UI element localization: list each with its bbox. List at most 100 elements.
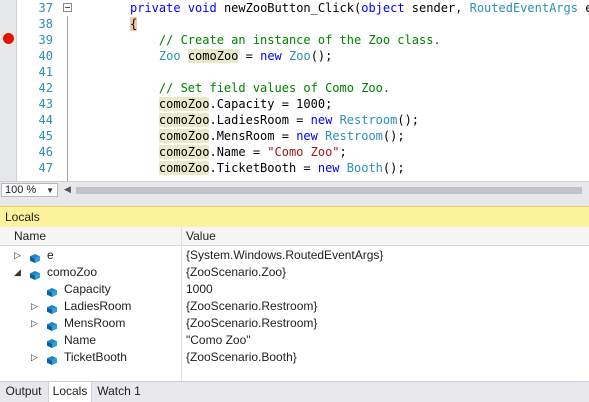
locals-row[interactable]: ▷ MensRoom {ZooScenario.Restroom} [0,315,589,332]
code-token: comoZoo [187,49,239,63]
code-text: comoZoo.TicketBooth = new Booth(); [130,160,405,176]
variable-value: {ZooScenario.Booth} [186,350,297,364]
code-token: new [310,113,333,127]
code-token: .LadiesRoom = [209,113,311,127]
collapse-region-icon[interactable] [63,3,72,12]
code-token: .TicketBooth = [209,161,318,175]
triangle-right-icon[interactable]: ▷ [31,298,38,315]
code-text: Zoo comoZoo = new Zoo(); [130,48,332,64]
code-token: (); [382,161,405,175]
variable-name: e [47,248,54,262]
code-line[interactable]: 39 // Create an instance of the Zoo clas… [0,32,589,48]
line-number: 37 [38,1,53,15]
variable-name: LadiesRoom [64,299,132,313]
line-number: 43 [38,97,53,111]
line-number: 40 [38,49,53,63]
variable-name: comoZoo [47,265,98,279]
code-line[interactable]: 41 [0,64,589,80]
code-token: (); [382,129,405,143]
code-token: Restroom [339,113,398,127]
code-token: comoZoo [158,161,210,175]
cube-icon [47,319,57,331]
code-text: // Set field values of Como Zoo. [130,80,390,96]
triangle-right-icon[interactable]: ▷ [14,247,21,264]
panel-splitter[interactable] [0,198,589,206]
locals-row[interactable]: ▷ TicketBooth {ZooScenario.Booth} [0,349,589,366]
code-line[interactable]: 43 comoZoo.Capacity = 1000; [0,96,589,112]
locals-row[interactable]: ▷ LadiesRoom {ZooScenario.Restroom} [0,298,589,315]
tool-window-tabs: Output Locals Watch 1 [0,381,589,402]
code-text: comoZoo.Name = "Como Zoo"; [130,144,347,160]
scroll-left-icon[interactable]: ◀ [64,184,71,195]
column-header-name[interactable]: Name [14,227,46,246]
code-token: newZooButton_Click( [216,1,362,15]
cube-icon [47,336,57,348]
zoom-dropdown[interactable]: 100 % ▼ [1,183,58,197]
code-token: new [260,49,282,63]
locals-row[interactable]: ◢ comoZoo {ZooScenario.Zoo} [0,264,589,281]
code-line[interactable]: 44 comoZoo.LadiesRoom = new Restroom(); [0,112,589,128]
editor-status-bar: 100 % ▼ ◀ [0,181,589,198]
code-token: new [317,161,340,175]
code-line[interactable]: 37 private void newZooButton_Click(object… [0,0,589,16]
code-token: e) [585,1,589,15]
code-text: comoZoo.LadiesRoom = new Restroom(); [130,112,419,128]
variable-name: MensRoom [64,316,126,330]
code-token: ; [339,145,347,159]
code-line[interactable]: 40 Zoo comoZoo = new Zoo(); [0,48,589,64]
locals-row[interactable]: Capacity 1000 [0,281,589,298]
variable-name: Capacity [64,282,111,296]
code-token: comoZoo [158,129,210,143]
triangle-down-icon[interactable]: ◢ [14,264,21,281]
code-line[interactable]: 42 // Set field values of Como Zoo. [0,80,589,96]
line-number: 47 [38,161,53,175]
code-token: (); [397,113,420,127]
code-token: object [361,1,405,15]
column-header-value[interactable]: Value [186,227,216,246]
code-token: comoZoo [158,97,210,111]
code-line[interactable]: 47 comoZoo.TicketBooth = new Booth(); [0,160,589,176]
code-token: .MensRoom = [209,129,297,143]
triangle-right-icon[interactable]: ▷ [31,349,38,366]
code-token: "Como Zoo" [267,145,340,159]
code-text: comoZoo.Capacity = 1000; [130,96,332,112]
triangle-right-icon[interactable]: ▷ [31,315,38,332]
variable-value: {ZooScenario.Zoo} [186,265,287,279]
code-token: new [296,129,318,143]
code-token: Booth [346,161,383,175]
tab-locals[interactable]: Locals [48,382,92,402]
variable-value: "Como Zoo" [186,333,251,347]
locals-row[interactable]: ▷ e {System.Windows.RoutedEventArgs} [0,247,589,264]
code-text: // Create an instance of the Zoo class. [130,32,441,48]
code-line[interactable]: 45 comoZoo.MensRoom = new Restroom(); [0,128,589,144]
code-text: private void newZooButton_Click(object s… [130,0,589,16]
horizontal-scrollbar-thumb[interactable] [76,187,582,194]
code-line[interactable]: 46 comoZoo.Name = "Como Zoo"; [0,144,589,160]
code-token: = [238,49,261,63]
chevron-down-icon: ▼ [46,186,54,195]
locals-row[interactable]: Name "Como Zoo" [0,332,589,349]
code-token: Zoo [289,49,311,63]
code-token: Restroom [325,129,383,143]
tab-watch-1[interactable]: Watch 1 [94,382,144,402]
code-token: // Create an instance of the Zoo class. [130,33,441,47]
code-token: // Set field values of Como Zoo. [130,81,391,95]
line-number: 42 [38,81,53,95]
cube-icon [30,268,40,280]
tab-output[interactable]: Output [1,382,46,402]
code-editor[interactable]: 37 private void newZooButton_Click(object… [0,0,589,181]
variable-value: {ZooScenario.Restroom} [186,299,318,313]
code-line[interactable]: 38 { [0,16,589,32]
line-number: 41 [38,65,53,79]
cube-icon [47,353,57,365]
code-text: { [130,16,138,32]
code-token: RoutedEventArgs [469,1,578,15]
locals-window-title[interactable]: Locals [0,206,589,227]
line-number: 39 [38,33,53,47]
